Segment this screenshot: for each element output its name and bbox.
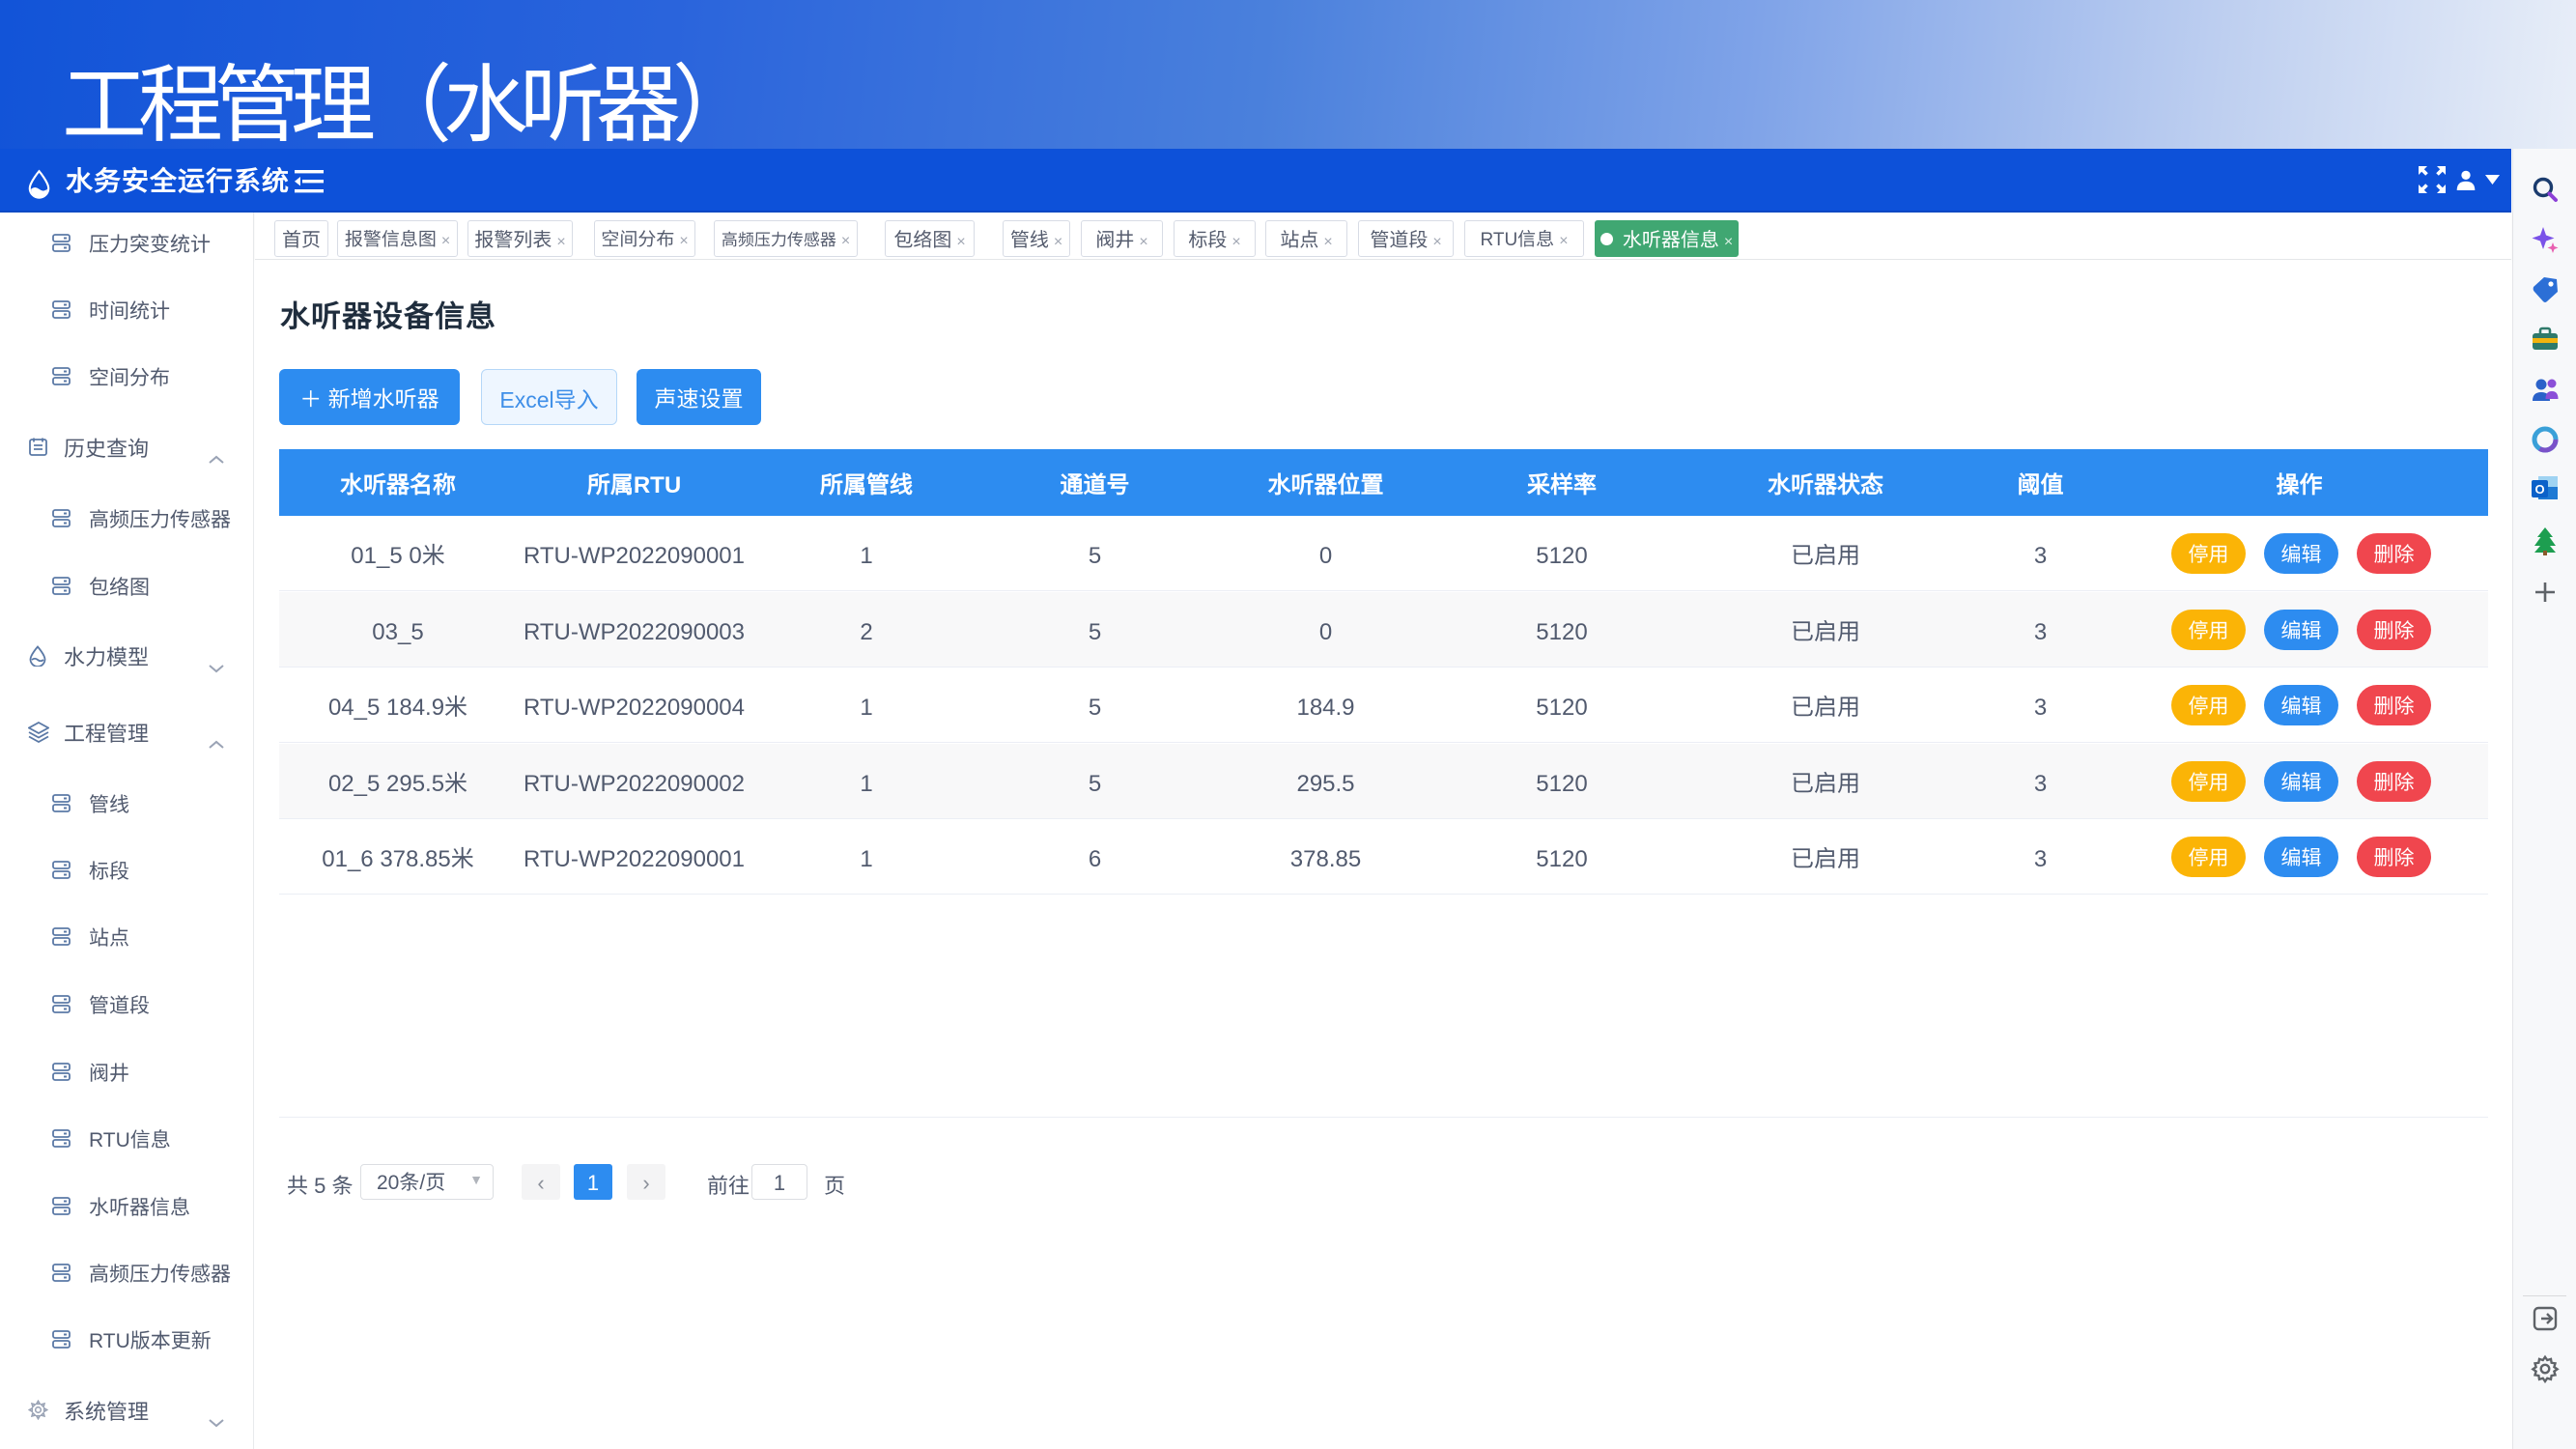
svg-text:O: O: [2534, 482, 2544, 497]
